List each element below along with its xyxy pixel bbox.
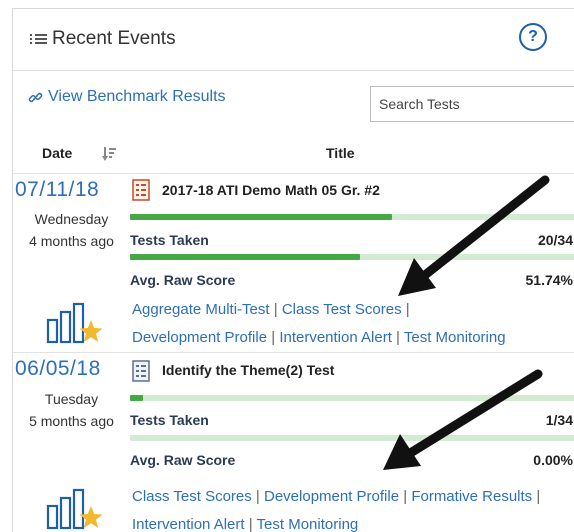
row-divider <box>13 352 574 353</box>
date-column-header[interactable]: Date <box>42 145 72 161</box>
event-weekday: Tuesday <box>44 391 99 407</box>
tests-taken-progress-fill <box>130 214 392 220</box>
avg-score-label: Avg. Raw Score <box>130 272 236 288</box>
panel-title-group: Recent Events <box>30 28 176 50</box>
table-header-divider <box>13 173 574 174</box>
view-benchmark-label: View Benchmark Results <box>48 88 226 105</box>
event-weekday: Wednesday <box>34 211 109 227</box>
event-relative-time: 5 months ago <box>29 413 114 429</box>
event-links: Class Test Scores | Development Profile … <box>132 483 572 532</box>
help-icon[interactable]: ? <box>519 23 547 51</box>
panel-title: Recent Events <box>52 28 176 49</box>
avg-score-label: Avg. Raw Score <box>130 452 236 468</box>
tests-taken-progress-fill <box>130 395 143 401</box>
link-formative-results[interactable]: Formative Results <box>411 488 532 505</box>
title-column-header[interactable]: Title <box>326 145 355 161</box>
link-separator: | <box>391 329 404 346</box>
link-test-monitoring[interactable]: Test Monitoring <box>257 516 359 532</box>
event-test-title[interactable]: 2017-18 ATI Demo Math 05 Gr. #2 <box>162 182 380 198</box>
link-separator: | <box>267 329 280 346</box>
test-document-icon <box>132 360 150 382</box>
avg-score-progress <box>130 254 574 260</box>
link-intervention-alert[interactable]: Intervention Alert <box>132 516 245 532</box>
link-separator: | <box>244 516 257 532</box>
link-separator: | <box>532 488 541 505</box>
view-benchmark-link[interactable]: View Benchmark Results <box>28 88 226 106</box>
tests-taken-label: Tests Taken <box>130 232 209 248</box>
link-development-profile[interactable]: Development Profile <box>264 488 399 505</box>
link-test-monitoring[interactable]: Test Monitoring <box>404 329 506 346</box>
panel-header: Recent Events ? <box>13 9 574 71</box>
event-test-title[interactable]: Identify the Theme(2) Test <box>162 362 334 378</box>
link-separator: | <box>251 488 264 505</box>
link-separator: | <box>401 301 410 318</box>
avg-score-value: 0.00% <box>533 452 573 468</box>
link-development-profile[interactable]: Development Profile <box>132 329 267 346</box>
list-icon <box>30 33 47 46</box>
link-class-test-scores[interactable]: Class Test Scores <box>282 301 402 318</box>
recent-events-panel: Recent Events ? View Benchmark Results D… <box>12 8 574 532</box>
link-icon <box>28 92 43 102</box>
link-separator: | <box>269 301 282 318</box>
tests-taken-label: Tests Taken <box>130 412 209 428</box>
chart-star-icon[interactable] <box>46 302 104 346</box>
link-separator: | <box>399 488 412 505</box>
avg-score-value: 51.74% <box>525 272 573 288</box>
event-links: Aggregate Multi-Test | Class Test Scores… <box>132 296 572 352</box>
chart-star-icon[interactable] <box>46 488 104 532</box>
event-date[interactable]: 06/05/18 <box>15 357 101 381</box>
event-date[interactable]: 07/11/18 <box>15 178 99 202</box>
test-document-icon <box>132 179 150 201</box>
link-class-test-scores[interactable]: Class Test Scores <box>132 488 252 505</box>
tests-taken-value: 1/34 <box>545 412 573 428</box>
tests-taken-value: 20/34 <box>537 232 573 248</box>
event-relative-time: 4 months ago <box>29 233 114 249</box>
avg-score-progress-fill <box>130 254 361 260</box>
tests-taken-progress <box>130 395 574 401</box>
avg-score-progress <box>130 435 574 441</box>
search-tests-input[interactable] <box>370 86 574 122</box>
tests-taken-progress <box>130 214 574 220</box>
link-aggregate-multi-test[interactable]: Aggregate Multi-Test <box>132 301 270 318</box>
sort-icon[interactable] <box>102 146 116 162</box>
link-intervention-alert[interactable]: Intervention Alert <box>279 329 392 346</box>
